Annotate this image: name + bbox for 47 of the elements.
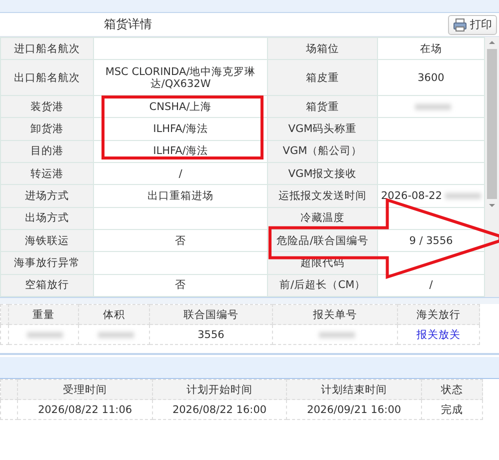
field-label: 场箱位	[268, 38, 378, 60]
table-cell: 2026/08/22 16:00	[172, 404, 267, 416]
field-value: ILHFA/海法	[94, 140, 268, 162]
table-cell: 完成	[441, 404, 463, 416]
field-label: 出口船名航次	[0, 60, 94, 96]
column-header: 海关放行	[398, 304, 480, 324]
field-label: 海铁联运	[0, 229, 94, 252]
table-cell: 2026/09/21 16:00	[306, 404, 402, 416]
field-value: 在场	[378, 38, 484, 60]
field-label: 装货港	[0, 95, 94, 118]
field-value: CNSHA/上海	[94, 95, 268, 118]
field-label: 进场方式	[0, 184, 94, 208]
field-label: 运抵报文发送时间	[268, 184, 378, 208]
field-value: 否	[94, 229, 268, 252]
field-label: 前/后超长（CM）	[268, 274, 378, 296]
column-header: 状态	[422, 380, 482, 400]
field-label: 出场方式	[0, 207, 94, 230]
field-label: 目的港	[0, 140, 94, 162]
field-label: VGM码头称重	[268, 118, 378, 140]
scrollbar[interactable]	[485, 37, 499, 297]
panel-title: 箱货详情	[104, 16, 152, 33]
field-value: /	[94, 162, 268, 185]
column-header: 联合国编号	[150, 304, 272, 324]
table-cell: 2026/08/22 11:06	[38, 404, 132, 416]
field-label: VGM（船公司）	[268, 140, 378, 162]
column-header: 体积	[78, 304, 150, 324]
field-label: 危险品/联合国编号	[268, 229, 378, 252]
column-header: 计划开始时间	[152, 380, 286, 400]
printer-icon	[453, 18, 467, 32]
field-label: 转运港	[0, 162, 94, 185]
field-label: 箱货重	[268, 95, 378, 118]
field-value: 出口重箱进场	[94, 184, 268, 208]
field-label: 卸货港	[0, 118, 94, 140]
field-label: 箱皮重	[268, 60, 378, 96]
scroll-thumb[interactable]	[487, 49, 497, 199]
field-label: 空箱放行	[0, 274, 94, 296]
field-value: 2026-08-22	[378, 184, 484, 208]
column-header: 重量	[8, 304, 78, 324]
table-cell: 3556	[198, 328, 224, 340]
field-label: 海事放行异常	[0, 252, 94, 274]
field-label: 进口船名航次	[0, 38, 94, 60]
field-value: ILHFA/海法	[94, 118, 268, 140]
column-header: 报关单号	[272, 304, 398, 324]
column-header: 计划结束时间	[286, 380, 422, 400]
column-header: 受理时间	[18, 380, 152, 400]
field-label: VGM报文接收	[268, 162, 378, 185]
print-button[interactable]: 打印	[448, 14, 497, 34]
